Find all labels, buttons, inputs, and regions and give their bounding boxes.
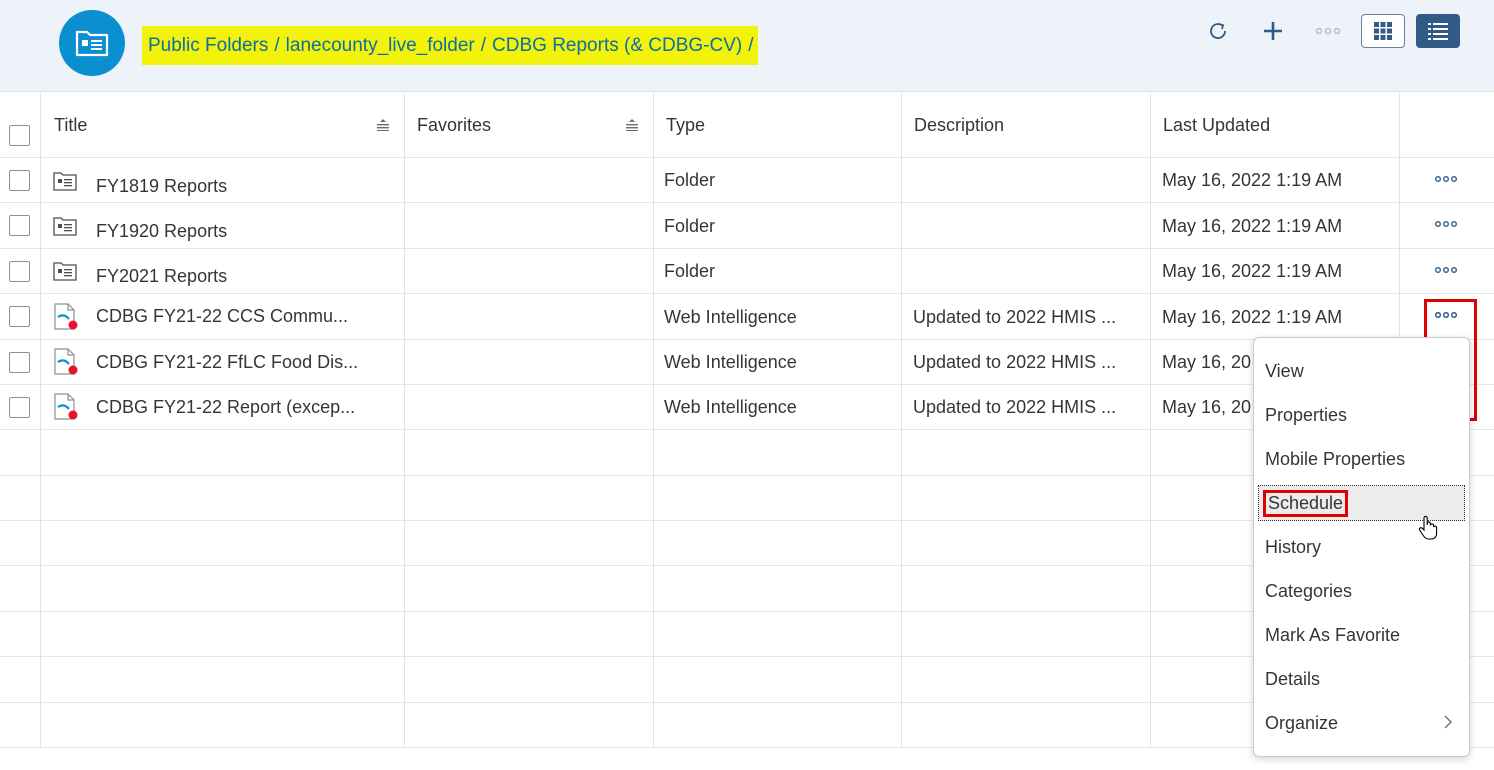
row-type: Folder xyxy=(664,170,716,190)
refresh-icon xyxy=(1210,23,1226,39)
column-header-last-updated[interactable]: Last Updated xyxy=(1163,93,1270,157)
menu-item-view[interactable]: View xyxy=(1254,349,1469,393)
webi-document-icon xyxy=(54,303,78,330)
menu-item-label: History xyxy=(1265,536,1322,557)
row-type: Folder xyxy=(664,216,716,236)
column-header-favorites[interactable]: Favorites xyxy=(417,93,491,157)
column-divider xyxy=(40,93,41,748)
menu-item-details[interactable]: Details xyxy=(1254,657,1469,701)
more-icon xyxy=(1435,176,1458,182)
column-divider xyxy=(901,93,902,748)
column-header-title[interactable]: Title xyxy=(54,93,87,157)
column-divider xyxy=(653,93,654,748)
row-divider xyxy=(0,248,1494,249)
row-description: Updated to 2022 HMIS ... xyxy=(913,352,1117,372)
hand-cursor-icon xyxy=(1418,515,1438,540)
row-checkbox[interactable] xyxy=(9,261,30,282)
column-divider xyxy=(1150,93,1151,748)
row-last-updated: May 16, 2022 1:19 AM xyxy=(1162,261,1343,281)
row-checkbox[interactable] xyxy=(9,215,30,236)
row-type: Web Intelligence xyxy=(664,397,797,417)
row-divider xyxy=(0,202,1494,203)
add-button[interactable] xyxy=(1255,14,1291,48)
more-icon xyxy=(1315,27,1341,35)
more-button[interactable] xyxy=(1310,14,1346,48)
row-title[interactable]: FY1819 Reports xyxy=(96,176,227,197)
grid-view-button[interactable] xyxy=(1361,14,1405,48)
menu-item-label: Mark As Favorite xyxy=(1265,624,1401,645)
refresh-button[interactable] xyxy=(1200,14,1236,48)
row-last-updated: May 16, 2022 1:19 AM xyxy=(1162,307,1343,327)
row-more-button[interactable] xyxy=(1431,172,1461,186)
folder-icon xyxy=(53,172,77,191)
page-header: Public Folders / lanecounty_live_folder … xyxy=(0,0,1494,92)
webi-document-icon xyxy=(54,348,78,375)
row-divider xyxy=(0,157,1494,158)
row-last-updated: May 16, 20 xyxy=(1162,397,1252,417)
row-last-updated: May 16, 20 xyxy=(1162,352,1252,372)
context-menu: View Properties Mobile Properties Schedu… xyxy=(1253,337,1470,757)
row-type: Web Intelligence xyxy=(664,307,797,327)
menu-item-properties[interactable]: Properties xyxy=(1254,393,1469,437)
menu-item-label: Organize xyxy=(1265,712,1339,733)
webi-document-icon xyxy=(54,393,78,420)
toolbar xyxy=(0,14,1494,50)
row-type: Web Intelligence xyxy=(664,352,797,372)
menu-item-mobile-properties[interactable]: Mobile Properties xyxy=(1254,437,1469,481)
row-checkbox[interactable] xyxy=(9,170,30,191)
menu-item-label: Details xyxy=(1265,668,1321,689)
sort-icon[interactable] xyxy=(376,119,390,131)
menu-item-mark-as-favorite[interactable]: Mark As Favorite xyxy=(1254,613,1469,657)
row-title[interactable]: CDBG FY21-22 Report (excep... xyxy=(96,397,355,418)
row-last-updated: May 16, 2022 1:19 AM xyxy=(1162,170,1343,190)
row-last-updated: May 16, 2022 1:19 AM xyxy=(1162,216,1343,236)
chevron-right-icon xyxy=(1444,715,1452,729)
row-title[interactable]: CDBG FY21-22 FfLC Food Dis... xyxy=(96,352,358,373)
list-view-button[interactable] xyxy=(1416,14,1460,48)
more-icon xyxy=(1435,267,1458,273)
row-description: Updated to 2022 HMIS ... xyxy=(913,307,1117,327)
row-checkbox[interactable] xyxy=(9,397,30,418)
menu-item-categories[interactable]: Categories xyxy=(1254,569,1469,613)
menu-item-label: View xyxy=(1265,360,1304,381)
more-icon xyxy=(1435,312,1458,318)
grid-view-icon xyxy=(1374,22,1392,40)
sort-icon[interactable] xyxy=(625,119,639,131)
menu-item-label: Properties xyxy=(1265,404,1348,425)
more-icon xyxy=(1435,221,1458,227)
menu-item-label: Schedule xyxy=(1263,489,1349,517)
list-view-icon xyxy=(1428,23,1448,40)
menu-item-label: Categories xyxy=(1265,580,1353,601)
column-header-description[interactable]: Description xyxy=(914,93,1004,157)
folder-icon xyxy=(53,262,77,281)
row-title[interactable]: FY2021 Reports xyxy=(96,266,227,287)
row-checkbox[interactable] xyxy=(9,352,30,373)
row-type: Folder xyxy=(664,261,716,281)
row-divider xyxy=(0,293,1494,294)
row-more-button[interactable] xyxy=(1431,217,1461,231)
column-divider xyxy=(404,93,405,748)
row-title[interactable]: FY1920 Reports xyxy=(96,221,227,242)
row-more-button[interactable] xyxy=(1431,263,1461,277)
row-description: Updated to 2022 HMIS ... xyxy=(913,397,1117,417)
row-more-button-active[interactable] xyxy=(1431,308,1461,322)
row-title[interactable]: CDBG FY21-22 CCS Commu... xyxy=(96,306,348,327)
menu-item-label: Mobile Properties xyxy=(1265,448,1406,469)
row-checkbox[interactable] xyxy=(9,306,30,327)
select-all-checkbox[interactable] xyxy=(9,125,30,146)
column-header-type[interactable]: Type xyxy=(666,93,705,157)
folder-icon xyxy=(53,217,77,236)
add-icon xyxy=(1264,22,1282,40)
menu-item-organize[interactable]: Organize xyxy=(1254,701,1469,745)
